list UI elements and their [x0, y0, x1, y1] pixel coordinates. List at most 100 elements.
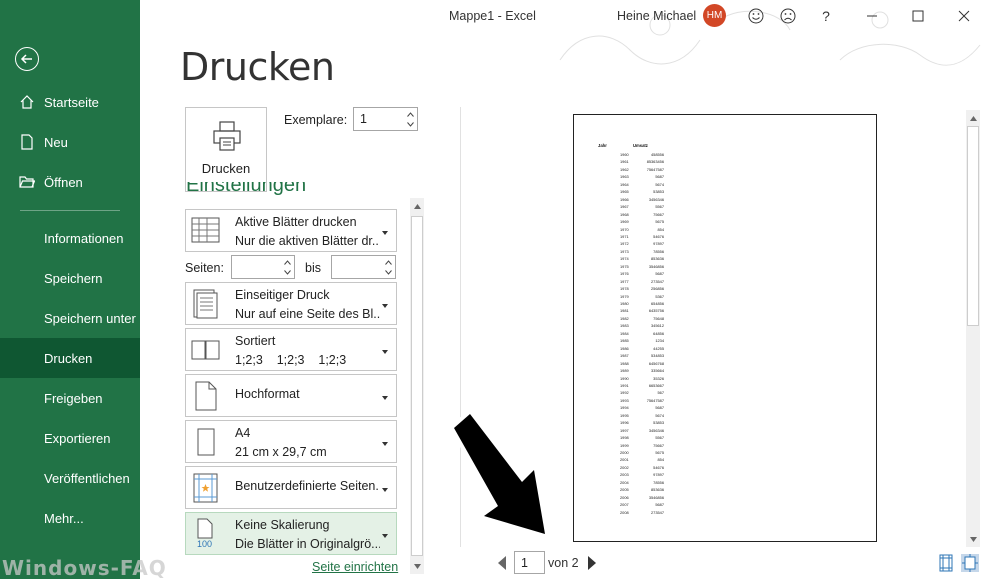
preview-cell-year: 1995 — [620, 412, 629, 418]
scroll-down-icon[interactable] — [967, 532, 979, 546]
sidebar-item-speichern-unter[interactable]: Speichern unter — [0, 298, 140, 338]
scroll-down-icon[interactable] — [411, 559, 423, 573]
pages-from-input[interactable] — [231, 255, 295, 279]
print-button[interactable]: Drucken — [185, 107, 267, 192]
back-arrow-icon[interactable] — [15, 47, 39, 71]
preview-cell-revenue: 78556 — [653, 248, 664, 254]
sidebar-item-exportieren[interactable]: Exportieren — [0, 418, 140, 458]
scrollbar-thumb[interactable] — [967, 126, 979, 326]
spin-down-icon[interactable] — [403, 119, 417, 130]
preview-cell-revenue: 53853 — [653, 189, 664, 195]
sidebar-item-label: Veröffentlichen — [44, 470, 130, 486]
sides-dropdown[interactable]: Einseitiger Druck Nur auf eine Seite des… — [185, 282, 397, 325]
sidebar-item-freigeben[interactable]: Freigeben — [0, 378, 140, 418]
sheet-grid-icon — [191, 217, 220, 243]
pages-label: Seiten: — [185, 261, 224, 275]
settings-scrollbar[interactable] — [410, 198, 424, 574]
preview-cell-revenue: 5675 — [655, 219, 664, 225]
scroll-up-icon[interactable] — [411, 199, 423, 213]
user-name[interactable]: Heine Michael — [617, 9, 696, 23]
maximize-icon[interactable] — [908, 6, 928, 26]
frown-icon[interactable] — [778, 6, 798, 26]
page-setup-link[interactable]: Seite einrichten — [312, 560, 398, 574]
preview-cell-revenue: 75667 — [653, 211, 664, 217]
scrollbar-thumb[interactable] — [411, 216, 423, 556]
collation-dropdown[interactable]: Sortiert 1;2;3 1;2;3 1;2;3 — [185, 328, 397, 371]
sidebar-item-label: Neu — [44, 134, 68, 150]
paper-size-dropdown[interactable]: A4 21 cm x 29,7 cm — [185, 420, 397, 463]
setting-line1: Benutzerdefinierte Seiten... — [235, 479, 380, 493]
sidebar-item-mehr[interactable]: Mehr... — [0, 498, 140, 538]
window-title: Mappe1 - Excel — [449, 9, 536, 23]
collated-icon — [191, 340, 220, 360]
margins-dropdown[interactable]: Benutzerdefinierte Seiten... — [185, 466, 397, 509]
pages-range: Seiten: bis — [185, 255, 397, 279]
pages-to-input[interactable] — [331, 255, 396, 279]
sidebar-item-speichern[interactable]: Speichern — [0, 258, 140, 298]
preview-cell-year: 1988 — [620, 360, 629, 366]
preview-cell-revenue: 5674 — [655, 181, 664, 187]
preview-header-year: Jahr — [598, 143, 607, 148]
sidebar-item-startseite[interactable]: Startseite — [0, 82, 140, 122]
preview-cell-revenue: 6435756 — [648, 308, 664, 314]
dropdown-arrow-icon — [382, 349, 388, 354]
orientation-dropdown[interactable]: Hochformat — [185, 374, 397, 417]
next-page-icon[interactable] — [587, 555, 597, 571]
scroll-up-icon[interactable] — [967, 111, 979, 125]
preview-cell-revenue: 54676 — [653, 464, 664, 470]
title-bar — [140, 0, 987, 66]
preview-cell-year: 1977 — [620, 278, 629, 284]
preview-cell-year: 1965 — [620, 189, 629, 195]
annotation-arrow-icon — [450, 410, 549, 538]
watermark: Windows-FAQ — [2, 556, 167, 579]
spin-down-icon[interactable] — [381, 267, 395, 278]
current-page-input[interactable]: 1 — [514, 551, 545, 574]
setting-line1: Aktive Blätter drucken — [235, 215, 357, 229]
preview-cell-year: 1987 — [620, 353, 629, 359]
dropdown-arrow-icon — [382, 230, 388, 235]
sidebar-item-oeffnen[interactable]: Öffnen — [0, 162, 140, 202]
preview-cell-year: 2000 — [620, 450, 629, 455]
sidebar-item-label: Speichern unter — [44, 310, 136, 326]
sidebar-item-label: Speichern — [44, 270, 103, 286]
avatar[interactable]: HM — [703, 4, 726, 27]
setting-line2: 1;2;3 1;2;3 1;2;3 — [235, 353, 347, 367]
preview-cell-year: 1962 — [620, 166, 629, 172]
copies-input[interactable]: 1 — [353, 107, 418, 131]
preview-cell-year: 2003 — [620, 472, 629, 478]
help-icon[interactable]: ? — [816, 6, 836, 26]
dropdown-arrow-icon — [382, 303, 388, 308]
scale-badge: 100 — [197, 539, 213, 549]
copies-value: 1 — [360, 112, 367, 126]
preview-cell-year: 1996 — [620, 420, 629, 426]
preview-cell-year: 1980 — [620, 301, 629, 306]
preview-cell-year: 1979 — [620, 293, 629, 299]
spin-down-icon[interactable] — [280, 267, 294, 278]
previous-page-icon[interactable] — [497, 555, 507, 571]
preview-cell-year: 2007 — [620, 502, 629, 508]
preview-header-revenue: Umsatz — [633, 143, 648, 148]
preview-cell-year: 1964 — [620, 181, 629, 187]
print-what-dropdown[interactable]: Aktive Blätter drucken Nur die aktiven B… — [185, 209, 397, 252]
zoom-to-page-icon[interactable] — [961, 554, 979, 572]
sidebar-item-label: Öffnen — [44, 174, 83, 190]
sidebar-item-neu[interactable]: Neu — [0, 122, 140, 162]
page-title: Drucken — [180, 45, 335, 89]
scaling-dropdown[interactable]: 100 Keine Skalierung Die Blätter in Orig… — [185, 512, 397, 555]
minimize-icon[interactable] — [862, 6, 882, 26]
preview-cell-year: 1998 — [620, 435, 629, 441]
preview-cell-revenue: 5674 — [655, 412, 664, 418]
preview-cell-year: 1972 — [620, 241, 629, 247]
sidebar-item-veroeffentlichen[interactable]: Veröffentlichen — [0, 458, 140, 498]
close-icon[interactable] — [954, 6, 974, 26]
preview-scrollbar[interactable] — [966, 110, 980, 547]
sidebar-item-drucken[interactable]: Drucken — [0, 338, 140, 378]
dropdown-arrow-icon — [382, 533, 388, 538]
preview-cell-year: 1981 — [620, 308, 629, 314]
smile-icon[interactable] — [746, 6, 766, 26]
setting-line2: Nur die aktiven Blätter dr... — [235, 234, 380, 248]
show-margins-icon[interactable] — [937, 554, 955, 572]
sidebar-item-informationen[interactable]: Informationen — [0, 218, 140, 258]
preview-cell-year: 1997 — [620, 427, 629, 433]
setting-line2: 21 cm x 29,7 cm — [235, 445, 327, 459]
